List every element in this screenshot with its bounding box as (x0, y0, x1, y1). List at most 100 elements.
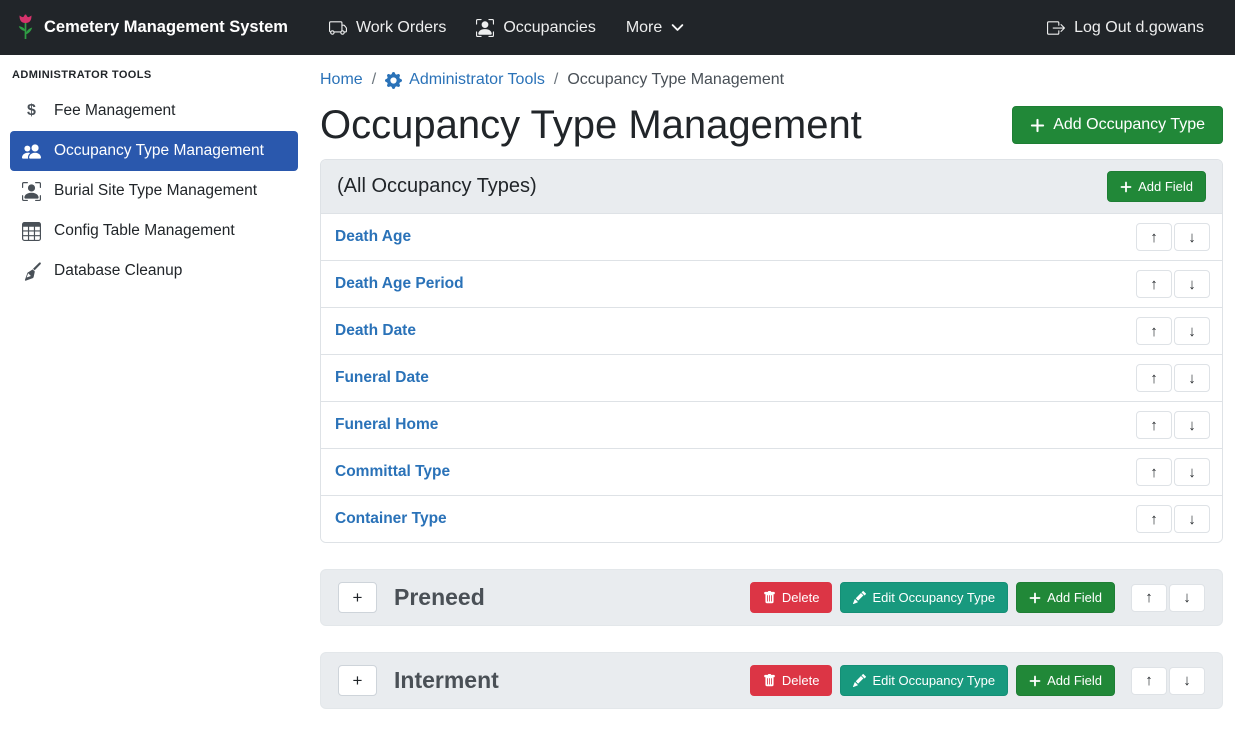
field-row: Container Type ↑ ↓ (321, 495, 1222, 542)
nav-logout-label: Log Out d.gowans (1074, 19, 1204, 37)
delete-button[interactable]: Delete (750, 582, 833, 613)
trash-icon (763, 591, 776, 604)
move-down-button[interactable]: ↓ (1169, 584, 1205, 612)
move-up-button[interactable]: ↑ (1136, 458, 1172, 486)
nav-links: Work Orders Occupancies More (314, 11, 699, 45)
breadcrumb-separator: / (554, 71, 558, 89)
add-field-button[interactable]: Add Field (1016, 582, 1115, 613)
gear-icon (385, 72, 402, 89)
field-link[interactable]: Funeral Date (335, 369, 429, 387)
move-up-button[interactable]: ↑ (1131, 584, 1167, 612)
field-link[interactable]: Committal Type (335, 463, 450, 481)
sidebar-item-label: Occupancy Type Management (54, 142, 264, 160)
add-field-label: Add Field (1138, 179, 1193, 194)
occupancy-type-section-interment: + Interment Delete Edit Occupancy Type A… (320, 652, 1223, 709)
move-down-button[interactable]: ↓ (1174, 505, 1210, 533)
delete-label: Delete (782, 673, 820, 688)
app-brand[interactable]: Cemetery Management System (16, 14, 288, 41)
pencil-icon (853, 674, 866, 687)
reorder-controls: ↑ ↓ (1131, 584, 1205, 612)
page-title: Occupancy Type Management (320, 101, 862, 149)
section-actions: Delete Edit Occupancy Type Add Field ↑ ↓ (750, 665, 1205, 696)
reorder-controls: ↑ ↓ (1136, 364, 1210, 392)
add-occupancy-type-button[interactable]: Add Occupancy Type (1012, 106, 1223, 144)
title-row: Occupancy Type Management Add Occupancy … (320, 101, 1223, 149)
sidebar-item-label: Fee Management (54, 102, 176, 120)
sidebar-item-fee-management[interactable]: $ Fee Management (10, 91, 298, 131)
all-occupancy-types-header: (All Occupancy Types) Add Field (321, 160, 1222, 213)
edit-occupancy-type-label: Edit Occupancy Type (872, 590, 995, 605)
nav-logout[interactable]: Log Out d.gowans (1032, 11, 1219, 45)
person-bounding-box-icon (22, 182, 41, 201)
plus-icon (1120, 181, 1132, 193)
breadcrumb-separator: / (372, 71, 376, 89)
move-up-button[interactable]: ↑ (1136, 270, 1172, 298)
move-up-button[interactable]: ↑ (1136, 364, 1172, 392)
reorder-controls: ↑ ↓ (1131, 667, 1205, 695)
move-down-button[interactable]: ↓ (1174, 317, 1210, 345)
move-up-button[interactable]: ↑ (1136, 505, 1172, 533)
nav-occupancies-label: Occupancies (503, 19, 596, 37)
field-row: Death Age ↑ ↓ (321, 213, 1222, 260)
breadcrumb-admin-tools-label: Administrator Tools (409, 71, 545, 89)
reorder-controls: ↑ ↓ (1136, 317, 1210, 345)
nav-more[interactable]: More (611, 11, 699, 45)
breadcrumb-home[interactable]: Home (320, 71, 363, 89)
field-link[interactable]: Death Age Period (335, 275, 464, 293)
add-field-label: Add Field (1047, 590, 1102, 605)
move-down-button[interactable]: ↓ (1174, 458, 1210, 486)
field-link[interactable]: Death Age (335, 228, 411, 246)
field-link[interactable]: Death Date (335, 322, 416, 340)
move-up-button[interactable]: ↑ (1131, 667, 1167, 695)
broom-icon (22, 262, 41, 281)
sidebar-item-occupancy-type-management[interactable]: Occupancy Type Management (10, 131, 298, 171)
expand-button[interactable]: + (338, 665, 377, 696)
delete-label: Delete (782, 590, 820, 605)
plus-icon (1029, 592, 1041, 604)
move-down-button[interactable]: ↓ (1174, 411, 1210, 439)
move-down-button[interactable]: ↓ (1174, 270, 1210, 298)
breadcrumb-current: Occupancy Type Management (567, 71, 784, 89)
pencil-icon (853, 591, 866, 604)
admin-tools-sidebar: Administrator Tools $ Fee Management Occ… (0, 55, 308, 738)
nav-occupancies[interactable]: Occupancies (461, 11, 611, 45)
truck-icon (329, 19, 347, 37)
reorder-controls: ↑ ↓ (1136, 505, 1210, 533)
breadcrumb: Home / Administrator Tools / Occupancy T… (320, 71, 1223, 89)
delete-button[interactable]: Delete (750, 665, 833, 696)
expand-button[interactable]: + (338, 582, 377, 613)
edit-occupancy-type-button[interactable]: Edit Occupancy Type (840, 665, 1008, 696)
top-navbar: Cemetery Management System Work Orders O… (0, 0, 1235, 55)
move-up-button[interactable]: ↑ (1136, 317, 1172, 345)
breadcrumb-admin-tools[interactable]: Administrator Tools (385, 71, 545, 89)
move-down-button[interactable]: ↓ (1174, 364, 1210, 392)
sidebar-item-label: Burial Site Type Management (54, 182, 257, 200)
field-link[interactable]: Container Type (335, 510, 447, 528)
all-occupancy-types-title: (All Occupancy Types) (337, 175, 537, 198)
move-up-button[interactable]: ↑ (1136, 223, 1172, 251)
move-down-button[interactable]: ↓ (1169, 667, 1205, 695)
sidebar-header: Administrator Tools (10, 63, 298, 91)
sidebar-item-label: Config Table Management (54, 222, 235, 240)
nav-work-orders[interactable]: Work Orders (314, 11, 461, 45)
add-field-button[interactable]: Add Field (1107, 171, 1206, 202)
add-field-button[interactable]: Add Field (1016, 665, 1115, 696)
logout-icon (1047, 19, 1065, 37)
main-content: Home / Administrator Tools / Occupancy T… (308, 55, 1235, 709)
chevron-down-icon (671, 21, 684, 34)
sidebar-item-label: Database Cleanup (54, 262, 182, 280)
sidebar-item-database-cleanup[interactable]: Database Cleanup (10, 251, 298, 291)
field-row: Funeral Home ↑ ↓ (321, 401, 1222, 448)
sidebar-item-config-table-management[interactable]: Config Table Management (10, 211, 298, 251)
edit-occupancy-type-label: Edit Occupancy Type (872, 673, 995, 688)
add-occupancy-type-label: Add Occupancy Type (1053, 116, 1205, 134)
move-up-button[interactable]: ↑ (1136, 411, 1172, 439)
nav-work-orders-label: Work Orders (356, 19, 446, 37)
brand-label: Cemetery Management System (44, 18, 288, 37)
edit-occupancy-type-button[interactable]: Edit Occupancy Type (840, 582, 1008, 613)
move-down-button[interactable]: ↓ (1174, 223, 1210, 251)
section-actions: Delete Edit Occupancy Type Add Field ↑ ↓ (750, 582, 1205, 613)
field-link[interactable]: Funeral Home (335, 416, 438, 434)
sidebar-item-burial-site-type-management[interactable]: Burial Site Type Management (10, 171, 298, 211)
occupancy-type-section-preneed: + Preneed Delete Edit Occupancy Type Add… (320, 569, 1223, 626)
